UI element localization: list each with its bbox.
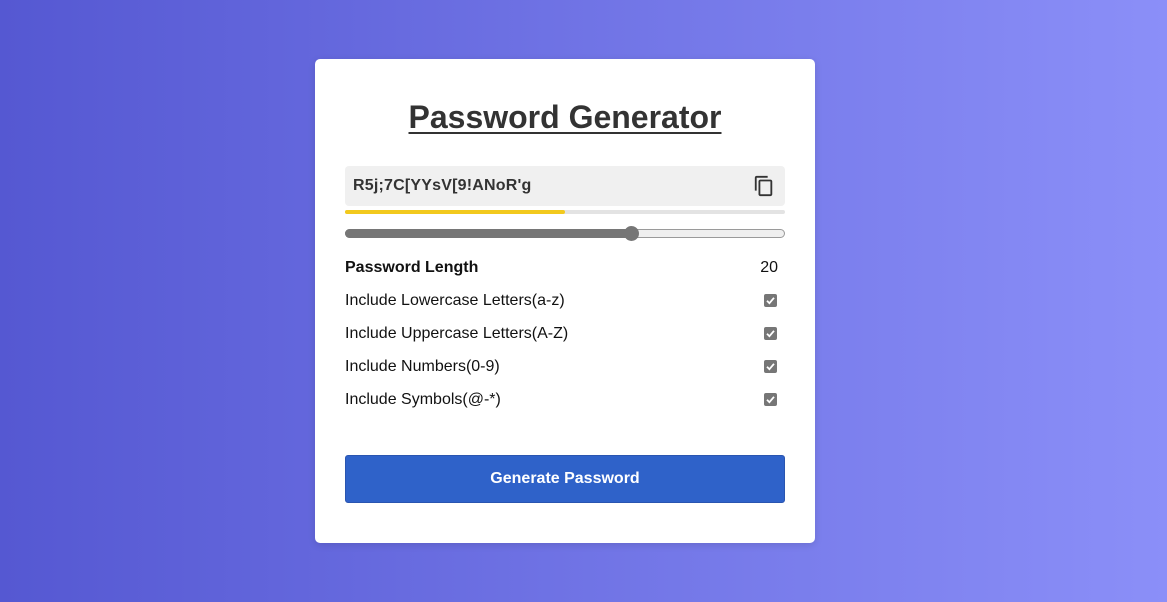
length-slider[interactable]: [345, 226, 785, 241]
option-lowercase-row: Include Lowercase Letters(a-z): [345, 290, 785, 312]
password-generator-card: Password Generator R5j;7C[YYsV[9!ANoR'g …: [315, 59, 815, 543]
password-text: R5j;7C[YYsV[9!ANoR'g: [353, 177, 532, 194]
lowercase-checkbox[interactable]: [764, 294, 777, 307]
symbols-checkbox[interactable]: [764, 393, 777, 406]
generate-password-button[interactable]: Generate Password: [345, 455, 785, 503]
page-title: Password Generator: [408, 99, 722, 135]
password-display: R5j;7C[YYsV[9!ANoR'g: [345, 166, 785, 206]
checkmark-icon: [766, 297, 775, 305]
strength-indicator-fill: [345, 210, 565, 214]
option-symbols-row: Include Symbols(@-*): [345, 389, 785, 411]
numbers-checkbox[interactable]: [764, 360, 777, 373]
length-slider-thumb[interactable]: [624, 226, 639, 241]
length-slider-fill: [345, 229, 631, 238]
password-length-label: Password Length: [345, 259, 479, 276]
option-numbers-label: Include Numbers(0-9): [345, 358, 500, 375]
uppercase-checkbox[interactable]: [764, 327, 777, 340]
option-uppercase-label: Include Uppercase Letters(A-Z): [345, 325, 569, 342]
option-numbers-row: Include Numbers(0-9): [345, 356, 785, 378]
checkmark-icon: [766, 363, 775, 371]
strength-indicator: [345, 210, 785, 214]
password-length-value: 20: [760, 259, 778, 276]
password-length-row: Password Length 20: [345, 257, 785, 279]
copy-icon[interactable]: [753, 175, 775, 197]
option-lowercase-label: Include Lowercase Letters(a-z): [345, 292, 565, 309]
option-uppercase-row: Include Uppercase Letters(A-Z): [345, 323, 785, 345]
checkmark-icon: [766, 396, 775, 404]
checkmark-icon: [766, 330, 775, 338]
option-symbols-label: Include Symbols(@-*): [345, 391, 501, 408]
